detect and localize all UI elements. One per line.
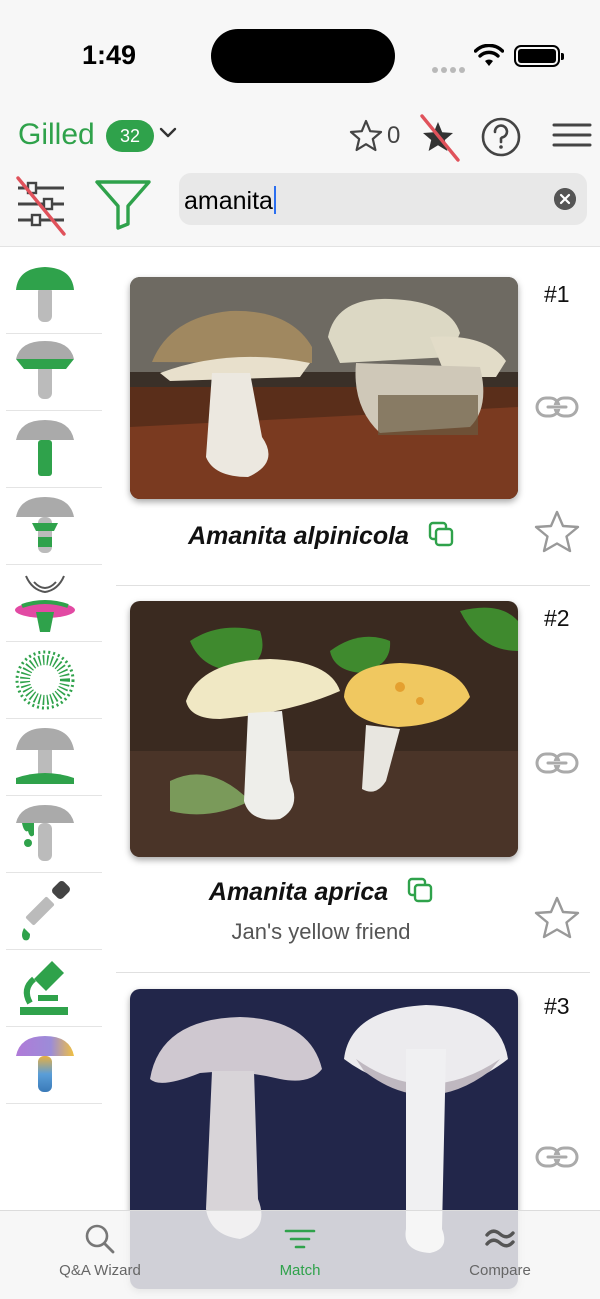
- favorites-star-icon[interactable]: [348, 118, 384, 154]
- copy-icon[interactable]: [428, 521, 454, 547]
- search-input[interactable]: amanita: [184, 186, 276, 216]
- trait-ring[interactable]: [6, 488, 102, 565]
- trait-microscopy[interactable]: [6, 950, 102, 1027]
- favorite-star-icon[interactable]: [532, 895, 582, 943]
- sliders-off-icon[interactable]: [14, 172, 70, 236]
- search-row: amanita: [0, 170, 600, 242]
- favorites-filter-off-icon[interactable]: [418, 114, 462, 162]
- trait-stem[interactable]: [6, 411, 102, 488]
- dropper-icon: [22, 881, 70, 941]
- wifi-icon: [474, 44, 504, 66]
- header-bar: Gilled 32 0: [0, 110, 600, 166]
- microscope-icon: [20, 961, 68, 1015]
- result-item[interactable]: #3: [116, 973, 590, 1289]
- trait-sidebar: [6, 257, 102, 1104]
- favorite-star-icon[interactable]: [532, 509, 582, 557]
- species-photo[interactable]: [130, 277, 518, 499]
- species-name[interactable]: Amanita aprica: [116, 877, 526, 907]
- chevron-down-icon[interactable]: [159, 126, 177, 140]
- tab-label: Q&A Wizard: [59, 1262, 141, 1279]
- tab-match[interactable]: Match: [200, 1211, 400, 1299]
- cap-shape-icon: [16, 267, 74, 322]
- status-bar: 1:49: [0, 0, 600, 100]
- link-icon[interactable]: [534, 395, 580, 419]
- gills-icon: [16, 341, 74, 399]
- species-photo[interactable]: [130, 601, 518, 857]
- trait-cap-shape[interactable]: [6, 257, 102, 334]
- copy-icon[interactable]: [407, 877, 433, 903]
- status-time: 1:49: [82, 40, 137, 70]
- tab-label: Compare: [469, 1262, 531, 1279]
- volva-icon: [16, 728, 74, 784]
- trait-veil[interactable]: [6, 565, 102, 642]
- search-field[interactable]: amanita: [179, 173, 587, 225]
- result-item[interactable]: #1 Amanita alpinicola: [116, 247, 590, 586]
- ring-icon: [16, 497, 74, 553]
- bruising-icon: [16, 805, 74, 861]
- trait-chemical-test[interactable]: [6, 873, 102, 950]
- species-name[interactable]: Amanita alpinicola: [116, 521, 526, 551]
- category-count-badge: 32: [106, 120, 154, 152]
- result-item[interactable]: #2 Amanita aprica Jan's yellow friend: [116, 585, 590, 973]
- trait-volva[interactable]: [6, 719, 102, 796]
- trait-color[interactable]: [6, 1027, 102, 1104]
- tab-qa-wizard[interactable]: Q&A Wizard: [0, 1211, 200, 1299]
- approx-icon: [485, 1229, 515, 1248]
- filter-funnel-icon[interactable]: [94, 178, 152, 230]
- tab-label: Match: [279, 1262, 321, 1279]
- trait-spore-print[interactable]: [6, 642, 102, 719]
- dynamic-island: [211, 29, 395, 83]
- signal-icon: [432, 60, 468, 78]
- trait-bruising[interactable]: [6, 796, 102, 873]
- filter-lines-icon: [284, 1229, 316, 1249]
- tab-compare[interactable]: Compare: [400, 1211, 600, 1299]
- result-rank: #1: [544, 281, 570, 307]
- veil-icon: [15, 575, 75, 632]
- species-note: Jan's yellow friend: [231, 919, 411, 944]
- bottom-tab-bar: Q&A Wizard Match Compare: [0, 1210, 600, 1299]
- trait-gills[interactable]: [6, 334, 102, 411]
- link-icon[interactable]: [534, 751, 580, 775]
- search-icon: [85, 1224, 115, 1254]
- link-icon[interactable]: [534, 1145, 580, 1169]
- result-rank: #2: [544, 605, 570, 631]
- hamburger-menu-icon[interactable]: [552, 122, 592, 148]
- stem-icon: [16, 420, 74, 476]
- favorites-count: 0: [387, 122, 401, 149]
- category-title[interactable]: Gilled: [18, 118, 95, 152]
- result-rank: #3: [544, 993, 570, 1019]
- battery-icon: [514, 45, 564, 67]
- results-panel: #1 Amanita alpinicola #2 Amanita aprica …: [0, 247, 600, 1289]
- help-icon[interactable]: [480, 116, 522, 158]
- color-icon: [16, 1036, 74, 1092]
- clear-search-icon[interactable]: [554, 188, 576, 210]
- spore-print-icon: [15, 650, 75, 710]
